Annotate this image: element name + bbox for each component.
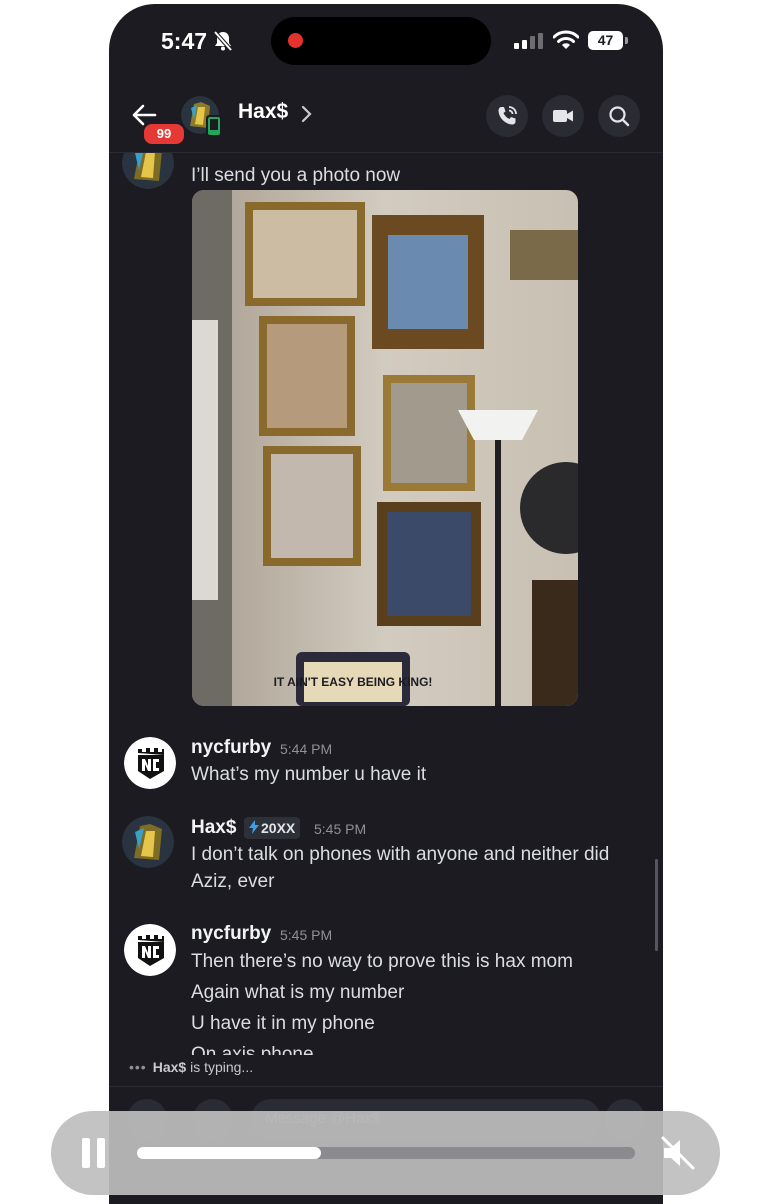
video-player-controls: [51, 1111, 720, 1195]
recording-indicator-icon: [288, 33, 303, 48]
avatar[interactable]: [124, 737, 176, 789]
scrollbar[interactable]: [655, 859, 658, 951]
message-text: I don’t talk on phones with anyone and n…: [191, 844, 610, 865]
message-author[interactable]: nycfurby: [191, 923, 271, 945]
mobile-status-icon: [206, 115, 222, 137]
message-text: On axis phone: [191, 1044, 314, 1055]
bell-slash-icon: [213, 30, 233, 52]
status-time: 5:47: [161, 28, 208, 54]
avatar[interactable]: [122, 153, 174, 189]
playback-progress-fill: [137, 1147, 322, 1159]
message-text: What’s my number u have it: [191, 764, 427, 785]
server-tag[interactable]: 20XX: [244, 817, 301, 839]
phone-screen: 5:47 47 99 Hax$ I’ll send you a photo no…: [109, 4, 663, 1204]
status-bar: 5:47 47: [109, 4, 663, 82]
video-call-icon: [553, 110, 573, 122]
message-text: Then there’s no way to prove this is hax…: [191, 951, 573, 972]
message-list[interactable]: I’ll send you a photo now IT AIN'T EASY …: [109, 153, 663, 1055]
message-timestamp: 5:45 PM: [280, 927, 333, 943]
message-photo-attachment[interactable]: IT AIN'T EASY BEING KING!: [192, 190, 578, 706]
typing-dots-icon: •••: [129, 1059, 147, 1075]
message-timestamp: 5:45 PM: [314, 821, 367, 837]
message-text: Again what is my number: [191, 982, 405, 1003]
avatar[interactable]: [122, 816, 174, 868]
chat-header: 99 Hax$: [109, 86, 663, 153]
message-author[interactable]: Hax$: [191, 817, 236, 839]
typing-indicator: ••• Hax$ is typing...: [129, 1059, 253, 1075]
search-icon: [609, 106, 630, 127]
chevron-right-icon[interactable]: [300, 105, 312, 123]
message-timestamp: 5:44 PM: [280, 741, 333, 757]
battery-icon: 47: [588, 31, 623, 50]
typing-text: is typing...: [190, 1059, 254, 1075]
signal-icon: [514, 33, 543, 49]
message-author[interactable]: nycfurby: [191, 737, 271, 759]
phone-call-icon: [498, 106, 517, 125]
pause-icon[interactable]: [81, 1137, 107, 1169]
typing-user: Hax$: [152, 1059, 187, 1075]
message-text: U have it in my phone: [191, 1013, 375, 1034]
playback-progress-bar[interactable]: [137, 1147, 635, 1159]
message-text: I’ll send you a photo now: [191, 165, 401, 186]
battery-cap: [625, 37, 628, 44]
message-text: Aziz, ever: [191, 871, 275, 892]
chat-title[interactable]: Hax$: [238, 100, 288, 124]
voice-call-button[interactable]: [486, 95, 528, 137]
unread-badge: 99: [142, 122, 186, 146]
wifi-icon: [553, 30, 579, 49]
speaker-muted-icon[interactable]: [658, 1133, 698, 1173]
dynamic-island: [271, 17, 491, 65]
server-tag-label: 20XX: [261, 820, 296, 836]
avatar[interactable]: [124, 924, 176, 976]
video-call-button[interactable]: [542, 95, 584, 137]
search-button[interactable]: [598, 95, 640, 137]
photo-pillow-text: IT AIN'T EASY BEING KING!: [274, 675, 433, 689]
lightning-icon: [249, 820, 259, 834]
